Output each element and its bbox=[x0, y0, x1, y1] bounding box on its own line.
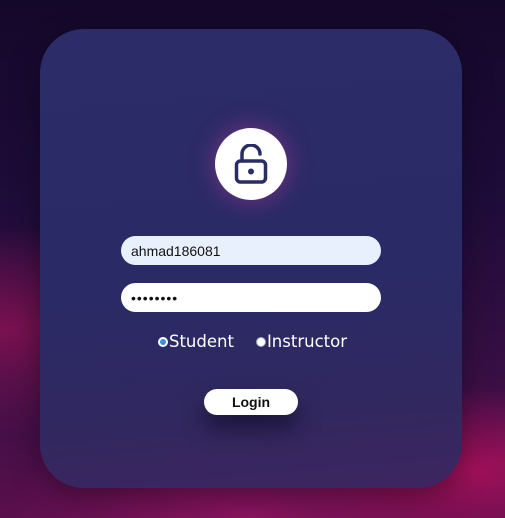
username-input[interactable] bbox=[121, 236, 381, 265]
role-selector: Student Instructor bbox=[0, 332, 505, 351]
instructor-radio[interactable] bbox=[255, 336, 266, 347]
unlock-icon bbox=[234, 144, 268, 184]
password-input[interactable] bbox=[121, 283, 381, 312]
role-option-instructor[interactable]: Instructor bbox=[255, 332, 347, 351]
login-button[interactable]: Login bbox=[204, 389, 298, 415]
student-label: Student bbox=[168, 332, 234, 351]
instructor-label: Instructor bbox=[266, 332, 347, 351]
role-option-student[interactable]: Student bbox=[157, 332, 234, 351]
student-radio[interactable] bbox=[157, 336, 168, 347]
lock-badge bbox=[215, 128, 287, 200]
